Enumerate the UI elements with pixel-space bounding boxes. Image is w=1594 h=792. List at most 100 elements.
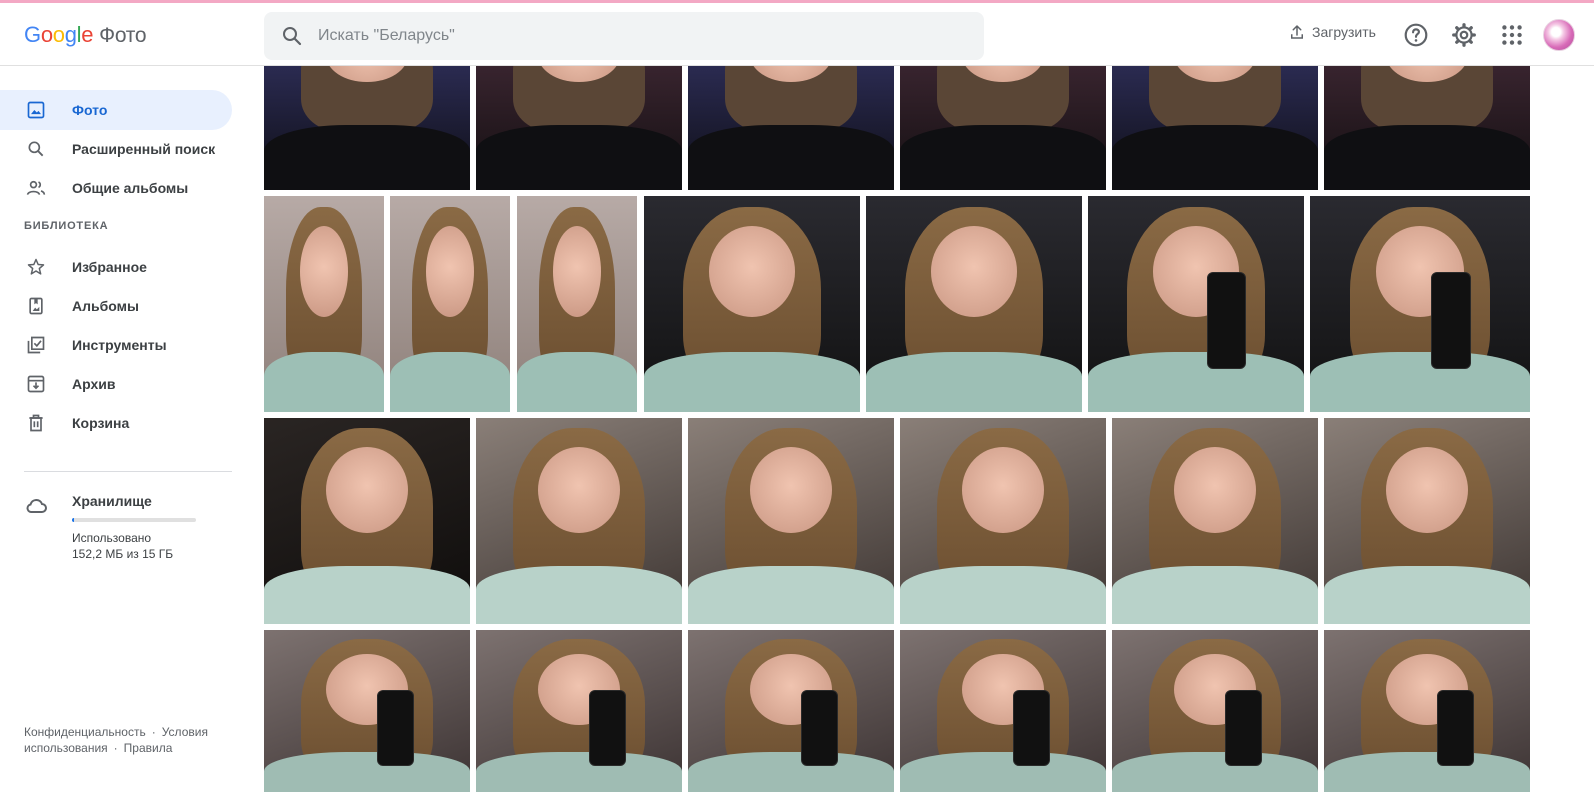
footer-separator: · — [113, 741, 118, 755]
sidebar-item-favorites[interactable]: Избранное — [0, 247, 232, 287]
sidebar-footer: Конфиденциальность · Условия использования… — [24, 724, 234, 756]
library-section-title: БИБЛИОТЕКА — [24, 220, 109, 232]
utilities-icon — [24, 333, 48, 357]
photo-hoodie-shape — [1324, 752, 1530, 792]
photo-thumbnail[interactable] — [1324, 630, 1530, 792]
sidebar-item-label: Фото — [72, 102, 108, 118]
storage-title[interactable]: Хранилище — [72, 493, 152, 509]
sidebar-item-label: Избранное — [72, 259, 147, 275]
photo-hoodie-shape — [476, 566, 682, 624]
photo-phone-shape — [1206, 271, 1246, 369]
photo-face-shape — [961, 446, 1045, 534]
storage-progress-bar — [72, 518, 196, 522]
photo-face-shape — [537, 446, 621, 534]
photo-thumbnail[interactable] — [688, 630, 894, 792]
sidebar-item-albums[interactable]: Альбомы — [0, 286, 232, 326]
photo-thumbnail[interactable] — [264, 196, 384, 412]
search-icon — [24, 137, 48, 161]
shared-people-icon — [24, 176, 48, 200]
search-input[interactable] — [318, 27, 938, 45]
photo-hoodie-shape — [264, 125, 470, 190]
sidebar-item-archive[interactable]: Архив — [0, 364, 232, 404]
photo-thumbnail[interactable] — [390, 196, 510, 412]
photo-thumbnail[interactable] — [644, 196, 860, 412]
sidebar-item-label: Расширенный поиск — [72, 141, 216, 157]
photo-hoodie-shape — [1324, 566, 1530, 624]
photo-hoodie-shape — [1112, 566, 1318, 624]
photo-thumbnail[interactable] — [900, 418, 1106, 624]
sidebar-item-label: Архив — [72, 376, 116, 392]
photo-hoodie-shape — [688, 566, 894, 624]
photo-phone-shape — [589, 689, 627, 766]
product-name: Фото — [99, 24, 147, 47]
photo-thumbnail[interactable] — [517, 196, 637, 412]
sidebar-item-advanced-search[interactable]: Расширенный поиск — [0, 129, 232, 169]
upload-button[interactable]: Загрузить — [1288, 23, 1376, 41]
storage-used-label: Использовано — [72, 531, 152, 545]
storage-amount: 152,2 МБ из 15 ГБ — [72, 547, 174, 561]
photo-face-shape — [553, 226, 601, 317]
sidebar: Фото Расширенный поиск Общие альбомы БИБ… — [0, 66, 256, 792]
photo-thumbnail[interactable] — [1112, 418, 1318, 624]
privacy-link[interactable]: Конфиденциальность — [24, 725, 146, 739]
logo-letter: g — [64, 22, 77, 47]
photo-face-shape — [325, 446, 409, 534]
sidebar-item-photos[interactable]: Фото — [0, 90, 232, 130]
upload-icon — [1291, 25, 1303, 39]
photo-phone-shape — [1431, 271, 1471, 369]
album-icon — [24, 294, 48, 318]
photo-hoodie-shape — [264, 752, 470, 792]
photo-hoodie-shape — [264, 566, 470, 624]
photo-thumbnail[interactable] — [866, 196, 1082, 412]
sidebar-item-label: Корзина — [72, 415, 130, 431]
search-icon[interactable] — [280, 24, 304, 48]
photo-thumbnail[interactable] — [476, 418, 682, 624]
photo-thumbnail[interactable] — [264, 418, 470, 624]
photo-thumbnail[interactable] — [688, 66, 894, 190]
photo-face-shape — [1385, 446, 1469, 534]
photo-thumbnail[interactable] — [900, 630, 1106, 792]
photo-thumbnail[interactable] — [1310, 196, 1530, 412]
google-photos-logo[interactable]: Google Фото — [24, 22, 147, 48]
sidebar-item-shared-albums[interactable]: Общие альбомы — [0, 168, 232, 208]
photo-thumbnail[interactable] — [264, 66, 470, 190]
photo-grid — [264, 66, 1574, 792]
photo-thumbnail[interactable] — [900, 66, 1106, 190]
photo-thumbnail[interactable] — [1088, 196, 1304, 412]
sidebar-divider — [24, 471, 232, 472]
photo-phone-shape — [1437, 689, 1475, 766]
sidebar-item-label: Альбомы — [72, 298, 139, 314]
policy-link[interactable]: Правила — [124, 741, 173, 755]
account-avatar[interactable] — [1543, 19, 1575, 51]
sidebar-item-utilities[interactable]: Инструменты — [0, 325, 232, 365]
settings-icon[interactable] — [1451, 22, 1477, 48]
photo-hoodie-shape — [900, 566, 1106, 624]
search-bar[interactable] — [264, 12, 984, 60]
photo-face-shape — [749, 446, 833, 534]
photo-hoodie-shape — [1324, 125, 1530, 190]
photo-hoodie-shape — [900, 125, 1106, 190]
archive-icon — [24, 372, 48, 396]
photo-hoodie-shape — [1112, 752, 1318, 792]
cloud-icon — [26, 498, 47, 513]
trash-icon — [24, 411, 48, 435]
photo-thumbnail[interactable] — [476, 66, 682, 190]
photo-hoodie-shape — [1112, 125, 1318, 190]
photo-thumbnail[interactable] — [476, 630, 682, 792]
photo-thumbnail[interactable] — [1324, 66, 1530, 190]
photo-phone-shape — [377, 689, 415, 766]
logo-letter: o — [40, 22, 53, 47]
photo-face-shape — [1173, 446, 1257, 534]
photo-phone-shape — [801, 689, 839, 766]
help-icon[interactable] — [1403, 22, 1429, 48]
photo-thumbnail[interactable] — [1112, 66, 1318, 190]
sidebar-item-trash[interactable]: Корзина — [0, 403, 232, 443]
photo-thumbnail[interactable] — [1324, 418, 1530, 624]
photo-hoodie-shape — [390, 351, 510, 412]
photo-thumbnail[interactable] — [264, 630, 470, 792]
photo-thumbnail[interactable] — [1112, 630, 1318, 792]
photo-hoodie-shape — [264, 351, 384, 412]
photo-thumbnail[interactable] — [688, 418, 894, 624]
photo-face-shape — [930, 226, 1018, 317]
apps-grid-icon[interactable] — [1499, 22, 1525, 48]
